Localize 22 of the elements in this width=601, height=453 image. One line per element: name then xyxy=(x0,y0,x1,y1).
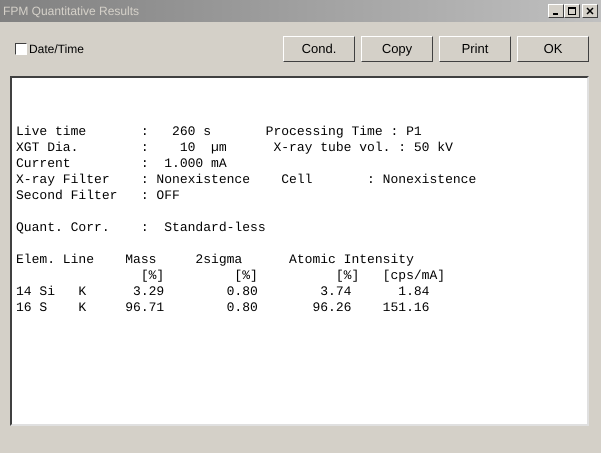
date-time-checkbox[interactable] xyxy=(15,43,27,55)
report-line: [%] [%] [%] [cps/mA] xyxy=(140,268,446,284)
report-line: XGT Dia. : 10 µm X-ray tube vol. : 50 kV xyxy=(16,140,454,156)
report-line: Quant. Corr. : Standard-less xyxy=(16,220,267,236)
checkbox-label: Date/Time xyxy=(29,41,84,58)
report-line: Current : 1.000 mA xyxy=(16,156,228,172)
dialog-button[interactable]: OK xyxy=(517,36,589,62)
close-button[interactable] xyxy=(582,4,598,18)
report-line: Second Filter : OFF xyxy=(16,188,181,204)
window-title: FPM Quantitative Results xyxy=(3,3,140,20)
dialog-button[interactable]: Cond. xyxy=(283,36,355,62)
report-line: X-ray Filter : Nonexistence Cell : Nonexistence xyxy=(16,172,478,188)
close-icon xyxy=(586,7,594,15)
dialog-button[interactable]: Copy xyxy=(361,36,433,62)
maximize-icon xyxy=(568,7,576,15)
report-line: Elem. Line Mass 2sigma Atomic Intensity xyxy=(16,252,415,268)
dialog-button[interactable]: Print xyxy=(439,36,511,62)
minimize-button[interactable] xyxy=(548,4,564,18)
report-line: 14 Si K 3.29 0.80 3.74 1.84 xyxy=(16,284,430,300)
maximize-button[interactable] xyxy=(564,4,580,18)
report-line: 16 S K 96.71 0.80 96.26 151.16 xyxy=(16,300,430,316)
report-line: Live time : 260 s Processing Time : P1 xyxy=(16,124,423,140)
